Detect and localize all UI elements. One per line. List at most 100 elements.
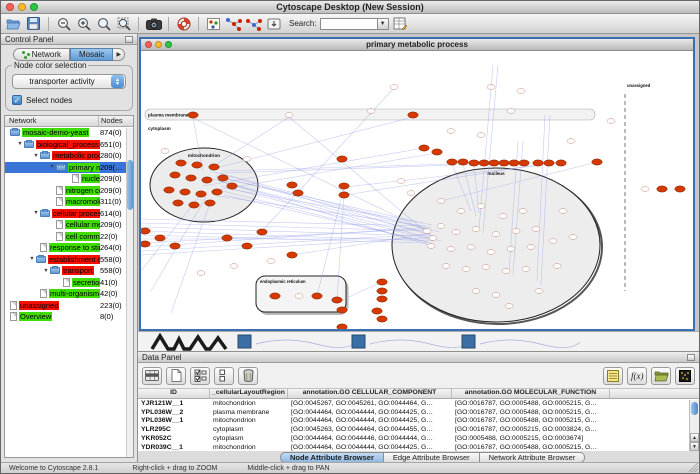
minimized-frame-icon[interactable]	[462, 335, 475, 348]
graph-node-orange[interactable]	[372, 308, 382, 314]
graph-node-nucleus[interactable]	[423, 229, 431, 234]
graph-node-white[interactable]	[487, 85, 495, 90]
graph-node-nucleus[interactable]	[477, 204, 485, 209]
tree-row-establishment-of-lo[interactable]: ▼establishment of lo558(0)	[5, 254, 133, 266]
tree-row-cellular-process[interactable]: ▼cellular process614(0)	[5, 208, 133, 220]
float-panel-icon[interactable]	[125, 36, 133, 43]
tree-row-unassigned[interactable]: unassigned223(0)	[5, 300, 133, 312]
tab-network[interactable]: Network	[13, 48, 70, 61]
graph-node-nucleus[interactable]	[467, 245, 475, 250]
table-row[interactable]: YPL036W__1mitochondrion[GO:0044464, GO:0…	[138, 417, 699, 426]
graph-node-orange[interactable]	[337, 307, 347, 313]
import-network-icon[interactable]	[265, 16, 282, 32]
graph-node-white[interactable]	[447, 129, 455, 134]
expand-triangle-icon[interactable]: ▼	[48, 164, 56, 170]
import-attributes-icon[interactable]	[651, 367, 671, 385]
expand-triangle-icon[interactable]: ▼	[32, 210, 40, 216]
graph-node-white[interactable]	[197, 271, 205, 276]
graph-node-orange[interactable]	[592, 159, 602, 165]
column-header-2[interactable]: annotation.GO CELLULAR_COMPONENT	[288, 389, 452, 398]
graph-node-nucleus[interactable]	[549, 239, 557, 244]
graph-node-orange[interactable]	[257, 229, 267, 235]
minimized-frame-icon[interactable]	[238, 335, 251, 348]
graph-node-nucleus[interactable]	[559, 209, 567, 214]
graph-node-white[interactable]	[397, 179, 405, 184]
graph-node-orange[interactable]	[192, 162, 202, 168]
expand-triangle-icon[interactable]: ▼	[42, 268, 50, 274]
help-icon[interactable]	[175, 16, 192, 32]
graph-node-orange[interactable]	[141, 228, 150, 234]
graph-node-nucleus[interactable]	[532, 227, 540, 232]
graph-node-nucleus[interactable]	[522, 267, 530, 272]
graph-node-white[interactable]	[161, 149, 169, 154]
graph-node-orange[interactable]	[675, 186, 685, 192]
tree-row-secretion[interactable]: secretion41(0)	[5, 277, 133, 289]
graph-node-orange[interactable]	[499, 160, 509, 166]
graph-node-white[interactable]	[567, 139, 575, 144]
table-row[interactable]: YDR039C__1mitochondrion[GO:0044464, GO:0…	[138, 443, 699, 451]
tree-row-metabolic-process[interactable]: ▼metabolic process280(0)	[5, 150, 133, 162]
graph-node-orange[interactable]	[408, 112, 418, 118]
graph-node-orange[interactable]	[155, 235, 165, 241]
graph-node-nucleus[interactable]	[553, 264, 561, 269]
scroll-up-button[interactable]: ▲	[690, 433, 699, 442]
graph-node-nucleus[interactable]	[499, 214, 507, 219]
graph-node-nucleus[interactable]	[569, 235, 577, 240]
open-icon[interactable]	[5, 16, 22, 32]
graph-node-orange[interactable]	[176, 160, 186, 166]
zoom-selected-icon[interactable]	[95, 16, 112, 32]
float-data-panel-icon[interactable]	[687, 354, 695, 361]
graph-node-orange[interactable]	[205, 200, 215, 206]
graph-node-orange[interactable]	[170, 172, 180, 178]
tree-row-primary-metabo[interactable]: ▼primary metabo209(…	[5, 162, 133, 174]
network-view-frame[interactable]: primary metabolic process	[139, 37, 695, 331]
matrix-icon[interactable]	[675, 367, 695, 385]
graph-node-orange[interactable]	[377, 296, 387, 302]
graph-node-orange[interactable]	[287, 182, 297, 188]
graph-node-orange[interactable]	[556, 160, 566, 166]
save-icon[interactable]	[25, 16, 42, 32]
minimized-frame-icon[interactable]	[352, 335, 365, 348]
graph-node-nucleus[interactable]	[519, 209, 527, 214]
graph-node-nucleus[interactable]	[472, 227, 480, 232]
network-canvas[interactable]: plasma membrane cytoplasm mitochondrion …	[141, 51, 693, 329]
graph-node-orange[interactable]	[173, 200, 183, 206]
graph-node-orange[interactable]	[377, 288, 387, 294]
graph-node-orange[interactable]	[419, 145, 429, 151]
graph-node-orange[interactable]	[186, 175, 196, 181]
graph-node-nucleus[interactable]	[452, 230, 460, 235]
graph-node-orange[interactable]	[212, 189, 222, 195]
node-color-dropdown[interactable]: transporter activity ▲▼	[12, 74, 126, 89]
network-frame-titlebar[interactable]: primary metabolic process	[141, 39, 693, 51]
graph-node-white[interactable]	[267, 259, 275, 264]
annotation-icon[interactable]	[603, 367, 623, 385]
graph-node-orange[interactable]	[432, 149, 442, 155]
graph-node-orange[interactable]	[377, 316, 387, 322]
tab-overflow-button[interactable]: ▶	[113, 48, 125, 61]
graph-node-nucleus[interactable]	[437, 199, 445, 204]
graph-node-orange[interactable]	[337, 156, 347, 162]
graph-node-white[interactable]	[407, 191, 415, 196]
graph-node-orange[interactable]	[293, 190, 303, 196]
graph-node-orange[interactable]	[519, 160, 529, 166]
tree-row-cell-communicat[interactable]: cell communicat22(0)	[5, 231, 133, 243]
graph-node-white[interactable]	[285, 113, 293, 118]
resize-grip[interactable]	[689, 463, 698, 472]
graph-node-orange[interactable]	[287, 252, 297, 258]
graph-node-white[interactable]	[243, 157, 251, 162]
tree-row-nitrogen-compo[interactable]: nitrogen compo209(0)	[5, 185, 133, 197]
tree-scrollbar[interactable]	[126, 128, 133, 457]
tree-header[interactable]: Network Nodes	[5, 116, 133, 127]
create-attribute-icon[interactable]	[166, 367, 186, 385]
tree-row-transport[interactable]: ▼transport558(0)	[5, 265, 133, 277]
graph-node-orange[interactable]	[339, 183, 349, 189]
graph-node-nucleus[interactable]	[512, 229, 520, 234]
graph-node-orange[interactable]	[544, 160, 554, 166]
column-header-3[interactable]: annotation.GO MOLECULAR_FUNCTION	[452, 389, 610, 398]
graph-node-white[interactable]	[507, 109, 515, 114]
graph-node-orange[interactable]	[469, 160, 479, 166]
graph-node-orange[interactable]	[312, 293, 322, 299]
graph-node-white[interactable]	[607, 119, 615, 124]
zoom-in-icon[interactable]	[75, 16, 92, 32]
graph-node-nucleus[interactable]	[492, 232, 500, 237]
